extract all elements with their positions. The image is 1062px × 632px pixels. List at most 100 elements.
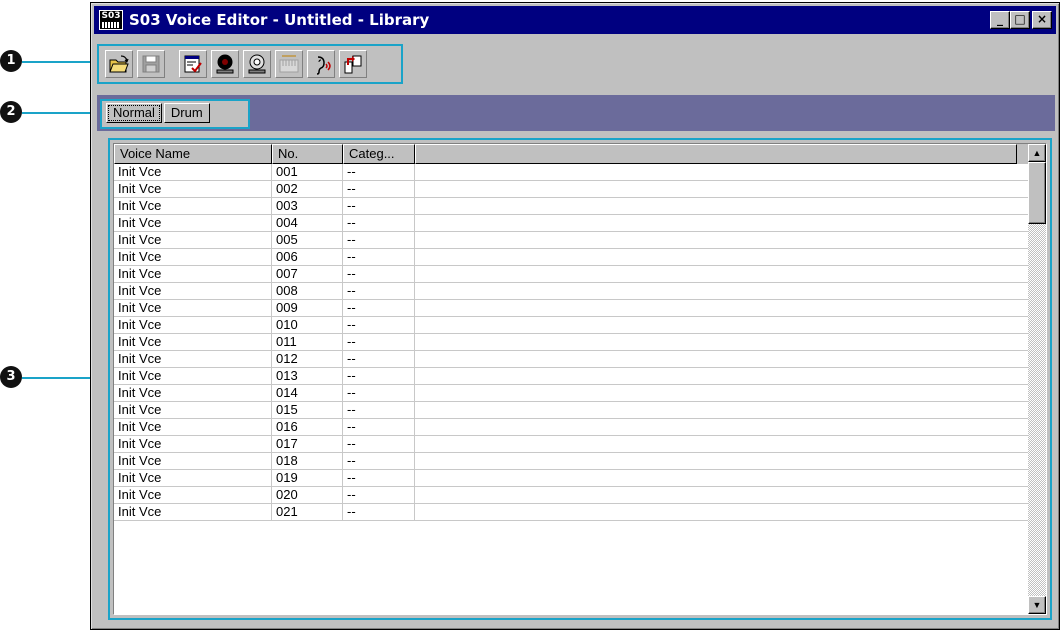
table-row[interactable]: Init Vce 001 -- bbox=[114, 164, 1046, 181]
voice-number-cell: 004 bbox=[272, 215, 343, 231]
voice-number-cell: 019 bbox=[272, 470, 343, 486]
voice-name-cell: Init Vce bbox=[114, 198, 272, 214]
table-row[interactable]: Init Vce 011 -- bbox=[114, 334, 1046, 351]
table-row[interactable]: Init Vce 021 -- bbox=[114, 504, 1046, 521]
scroll-thumb[interactable] bbox=[1028, 162, 1046, 224]
voice-number-cell: 017 bbox=[272, 436, 343, 452]
table-row[interactable]: Init Vce 004 -- bbox=[114, 215, 1046, 232]
edit-check-icon bbox=[184, 55, 202, 73]
table-row[interactable]: Init Vce 002 -- bbox=[114, 181, 1046, 198]
maximize-button[interactable]: □ bbox=[1010, 11, 1030, 29]
voice-number-cell: 012 bbox=[272, 351, 343, 367]
empty-cell bbox=[415, 368, 1017, 384]
voice-number-cell: 010 bbox=[272, 317, 343, 333]
audition-button[interactable] bbox=[307, 50, 335, 78]
voice-name-cell: Init Vce bbox=[114, 334, 272, 350]
voice-number-cell: 005 bbox=[272, 232, 343, 248]
voice-category-cell: -- bbox=[343, 300, 415, 316]
voice-number-cell: 003 bbox=[272, 198, 343, 214]
transfer-button[interactable] bbox=[339, 50, 367, 78]
table-row[interactable]: Init Vce 009 -- bbox=[114, 300, 1046, 317]
tab-normal[interactable]: Normal bbox=[106, 103, 162, 123]
keyboard-icon bbox=[279, 55, 299, 73]
list-body: Init Vce 001 -- Init Vce 002 -- Init Vce 003 -- I… bbox=[114, 164, 1046, 521]
empty-cell bbox=[415, 266, 1017, 282]
list-header: Voice Name No. Categ... bbox=[114, 144, 1046, 164]
audition-icon bbox=[316, 56, 331, 75]
app-icon[interactable]: S03 bbox=[99, 10, 123, 30]
table-row[interactable]: Init Vce 017 -- bbox=[114, 436, 1046, 453]
voice-category-cell: -- bbox=[343, 266, 415, 282]
voice-name-cell: Init Vce bbox=[114, 351, 272, 367]
table-row[interactable]: Init Vce 018 -- bbox=[114, 453, 1046, 470]
window-title: S03 Voice Editor - Untitled - Library bbox=[129, 11, 430, 29]
table-row[interactable]: Init Vce 003 -- bbox=[114, 198, 1046, 215]
table-row[interactable]: Init Vce 015 -- bbox=[114, 402, 1046, 419]
table-row[interactable]: Init Vce 019 -- bbox=[114, 470, 1046, 487]
tab-drum[interactable]: Drum bbox=[163, 103, 210, 123]
voice-category-cell: -- bbox=[343, 487, 415, 503]
transmit-button[interactable] bbox=[243, 50, 271, 78]
save-icon bbox=[142, 55, 160, 73]
receive-dump-icon bbox=[216, 54, 234, 74]
table-row[interactable]: Init Vce 013 -- bbox=[114, 368, 1046, 385]
voice-number-cell: 020 bbox=[272, 487, 343, 503]
empty-cell bbox=[415, 334, 1017, 350]
empty-cell bbox=[415, 504, 1017, 520]
voice-name-cell: Init Vce bbox=[114, 283, 272, 299]
voice-category-cell: -- bbox=[343, 181, 415, 197]
column-header-voice-name[interactable]: Voice Name bbox=[114, 144, 272, 164]
table-row[interactable]: Init Vce 012 -- bbox=[114, 351, 1046, 368]
callout-toolbar: 1 bbox=[0, 50, 22, 72]
voice-category-cell: -- bbox=[343, 436, 415, 452]
table-row[interactable]: Init Vce 014 -- bbox=[114, 385, 1046, 402]
table-row[interactable]: Init Vce 016 -- bbox=[114, 419, 1046, 436]
voice-name-cell: Init Vce bbox=[114, 266, 272, 282]
voice-category-cell: -- bbox=[343, 385, 415, 401]
voice-name-cell: Init Vce bbox=[114, 487, 272, 503]
minimize-button[interactable]: _ bbox=[990, 11, 1010, 29]
table-row[interactable]: Init Vce 005 -- bbox=[114, 232, 1046, 249]
edit-button[interactable] bbox=[179, 50, 207, 78]
table-row[interactable]: Init Vce 008 -- bbox=[114, 283, 1046, 300]
empty-cell bbox=[415, 470, 1017, 486]
title-bar[interactable]: S03 S03 Voice Editor - Untitled - Librar… bbox=[94, 6, 1056, 34]
app-icon-label: S03 bbox=[101, 11, 121, 21]
voice-name-cell: Init Vce bbox=[114, 164, 272, 180]
empty-cell bbox=[415, 385, 1017, 401]
voice-category-cell: -- bbox=[343, 470, 415, 486]
keyboard-button[interactable] bbox=[275, 50, 303, 78]
close-button[interactable]: × bbox=[1032, 11, 1052, 29]
vertical-scrollbar[interactable]: ▲ ▼ bbox=[1028, 144, 1046, 614]
table-row[interactable]: Init Vce 007 -- bbox=[114, 266, 1046, 283]
voice-category-cell: -- bbox=[343, 283, 415, 299]
empty-cell bbox=[415, 164, 1017, 180]
column-header-category[interactable]: Categ... bbox=[343, 144, 415, 164]
voice-category-cell: -- bbox=[343, 453, 415, 469]
voice-name-cell: Init Vce bbox=[114, 470, 272, 486]
empty-cell bbox=[415, 453, 1017, 469]
table-row[interactable]: Init Vce 010 -- bbox=[114, 317, 1046, 334]
voice-category-cell: -- bbox=[343, 249, 415, 265]
scroll-down-button[interactable]: ▼ bbox=[1028, 596, 1046, 614]
voice-list-frame: Voice Name No. Categ... Init Vce 001 -- Ini… bbox=[108, 138, 1052, 620]
empty-cell bbox=[415, 402, 1017, 418]
empty-cell bbox=[415, 419, 1017, 435]
voice-number-cell: 011 bbox=[272, 334, 343, 350]
receive-button[interactable] bbox=[211, 50, 239, 78]
save-button[interactable] bbox=[137, 50, 165, 78]
voice-name-cell: Init Vce bbox=[114, 300, 272, 316]
transfer-icon bbox=[344, 55, 362, 74]
voice-number-cell: 013 bbox=[272, 368, 343, 384]
voice-type-tabs: Normal Drum bbox=[100, 99, 250, 129]
table-row[interactable]: Init Vce 020 -- bbox=[114, 487, 1046, 504]
voice-name-cell: Init Vce bbox=[114, 504, 272, 520]
voice-category-cell: -- bbox=[343, 419, 415, 435]
column-header-number[interactable]: No. bbox=[272, 144, 343, 164]
table-row[interactable]: Init Vce 006 -- bbox=[114, 249, 1046, 266]
scroll-up-button[interactable]: ▲ bbox=[1028, 144, 1046, 162]
voice-number-cell: 018 bbox=[272, 453, 343, 469]
window-controls: _ □ × bbox=[990, 11, 1052, 29]
toolbar bbox=[97, 44, 403, 84]
open-button[interactable] bbox=[105, 50, 133, 78]
